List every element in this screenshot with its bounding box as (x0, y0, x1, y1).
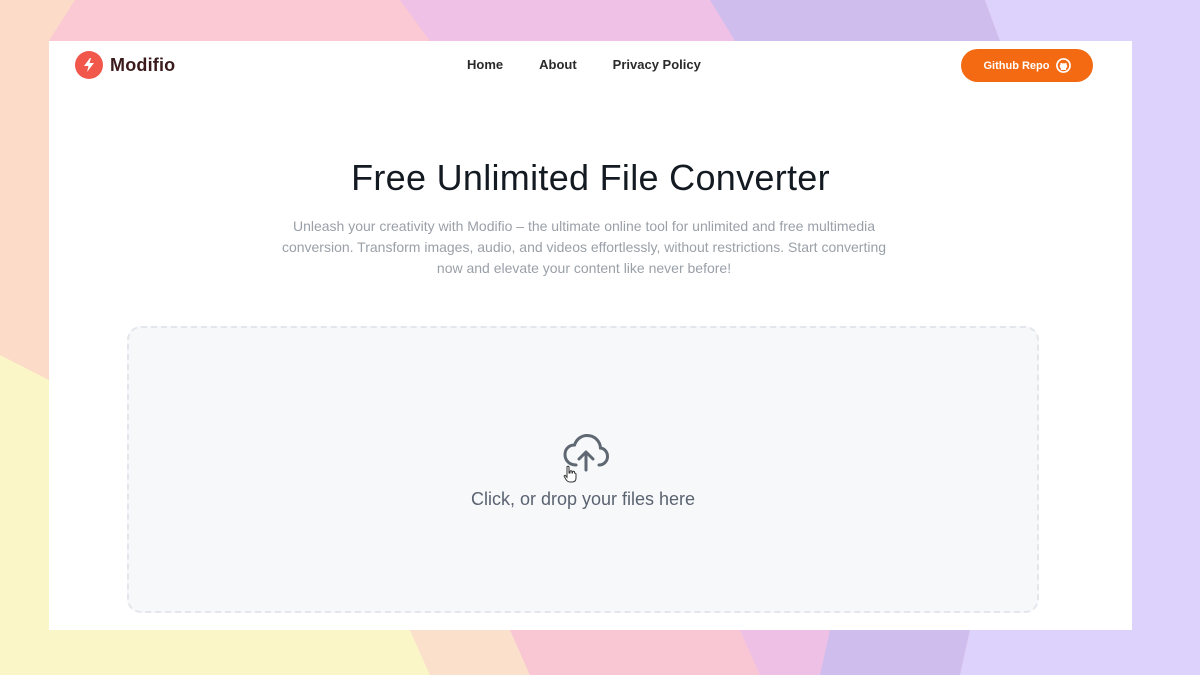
github-repo-label: Github Repo (983, 59, 1050, 72)
github-repo-button[interactable]: Github Repo (961, 49, 1093, 82)
file-dropzone[interactable]: Click, or drop your files here (127, 326, 1039, 613)
lightning-logo-icon (75, 51, 103, 79)
nav-links: Home About Privacy Policy (467, 57, 737, 72)
top-navbar: Modifio Home About Privacy Policy Github… (49, 41, 1132, 91)
browser-window: Modifio Home About Privacy Policy Github… (49, 41, 1132, 630)
github-icon (1055, 58, 1071, 73)
nav-link-home[interactable]: Home (467, 57, 503, 72)
brand-home-link[interactable]: Modifio (75, 51, 175, 79)
nav-link-about[interactable]: About (539, 57, 577, 72)
page-subtitle: Unleash your creativity with Modifio – t… (281, 218, 887, 276)
page-title: Free Unlimited File Converter (351, 157, 830, 198)
dropzone-label: Click, or drop your files here (470, 489, 696, 509)
brand-name: Modifio (110, 54, 176, 75)
hand-pointer-icon (563, 465, 577, 483)
nav-link-privacy-policy[interactable]: Privacy Policy (613, 57, 701, 72)
lightning-bolt-icon (84, 58, 94, 72)
